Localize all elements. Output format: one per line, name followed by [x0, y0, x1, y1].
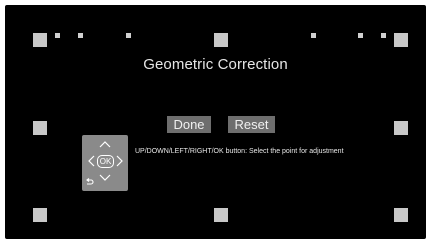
correction-point-bottom-right[interactable]	[394, 208, 408, 222]
correction-point-middle-right[interactable]	[394, 121, 408, 135]
geometric-correction-screen: Geometric Correction Done Reset OK UP/DO…	[5, 5, 426, 239]
arrow-up-icon[interactable]	[99, 141, 111, 148]
correction-point-top-5[interactable]	[358, 33, 363, 38]
correction-point-top-center[interactable]	[214, 33, 228, 47]
correction-point-bottom-center[interactable]	[214, 208, 228, 222]
correction-point-top-3[interactable]	[126, 33, 131, 38]
correction-point-top-right[interactable]	[394, 33, 408, 47]
reset-button[interactable]: Reset	[228, 116, 275, 133]
correction-point-top-2[interactable]	[78, 33, 83, 38]
correction-point-top-4[interactable]	[311, 33, 316, 38]
arrow-right-icon[interactable]	[116, 155, 123, 167]
back-icon[interactable]	[85, 178, 94, 186]
arrow-down-icon[interactable]	[99, 174, 111, 181]
ok-button-icon[interactable]: OK	[97, 155, 114, 168]
correction-point-middle-left[interactable]	[33, 121, 47, 135]
arrow-left-icon[interactable]	[88, 155, 95, 167]
page-title: Geometric Correction	[143, 56, 288, 73]
help-text: UP/DOWN/LEFT/RIGHT/OK button: Select the…	[135, 148, 344, 155]
done-button[interactable]: Done	[167, 116, 211, 133]
correction-point-top-6[interactable]	[381, 33, 386, 38]
correction-point-top-1[interactable]	[55, 33, 60, 38]
remote-pad: OK	[82, 135, 128, 191]
correction-point-top-left[interactable]	[33, 33, 47, 47]
correction-point-bottom-left[interactable]	[33, 208, 47, 222]
